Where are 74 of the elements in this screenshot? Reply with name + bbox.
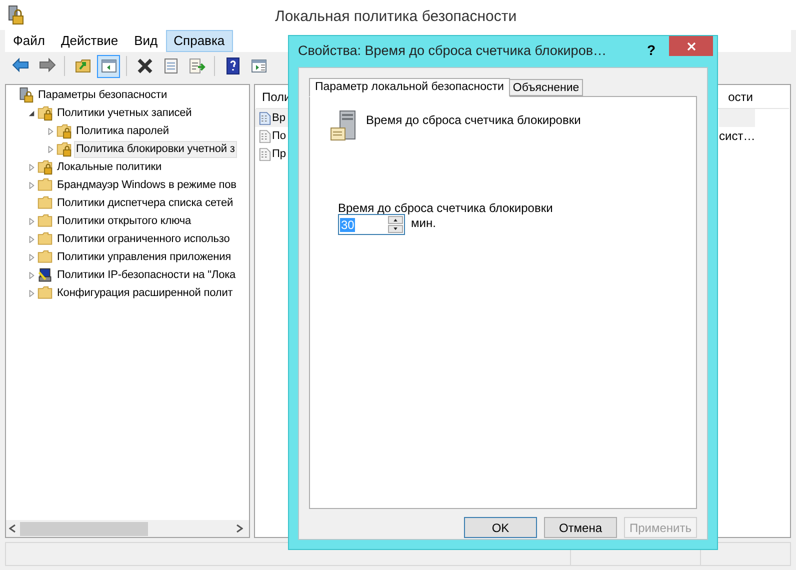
- close-icon: [686, 42, 696, 50]
- tree-item[interactable]: Политики диспетчера списка сетей: [55, 194, 236, 212]
- tree-item[interactable]: Конфигурация расширенной полит: [55, 284, 235, 302]
- folder-icon: [37, 177, 53, 193]
- scroll-right-icon[interactable]: [236, 524, 243, 533]
- expand-icon[interactable]: [28, 218, 35, 224]
- folder-icon: [37, 231, 53, 247]
- locked-folder-icon: [37, 159, 53, 175]
- tree-item[interactable]: Параметры безопасности: [36, 86, 170, 104]
- dialog-button: Применить: [624, 517, 697, 538]
- expand-icon[interactable]: [28, 272, 35, 278]
- menu-item[interactable]: Файл: [5, 30, 53, 52]
- expand-icon[interactable]: [47, 146, 54, 152]
- expand-icon[interactable]: [28, 236, 35, 242]
- window-pane-icon: [100, 57, 118, 75]
- forward-arrow-icon: [38, 57, 56, 75]
- policy-icon: [259, 128, 271, 144]
- tree-item[interactable]: Политики управления приложения: [55, 248, 233, 266]
- expand-icon[interactable]: [28, 254, 35, 260]
- back-arrow-icon: [12, 57, 30, 75]
- scrollbar-thumb[interactable]: [20, 522, 148, 536]
- export-list-icon: [188, 57, 206, 75]
- expand-icon[interactable]: [47, 128, 54, 134]
- dialog-title: Свойства: Время до сброса счетчика блокиров…: [298, 42, 606, 60]
- spin-down-icon[interactable]: [388, 225, 403, 233]
- help-icon: [224, 57, 242, 75]
- tree-item[interactable]: Политики открытого ключа: [55, 212, 194, 230]
- menu-item[interactable]: Действие: [52, 30, 126, 52]
- menu-item[interactable]: Справка: [166, 30, 233, 52]
- tab[interactable]: Параметр локальной безопасности: [309, 78, 510, 97]
- expand-icon[interactable]: [28, 164, 35, 170]
- tree-item[interactable]: Политики IP-безопасности на "Лока: [55, 266, 238, 284]
- tree-item[interactable]: Политика блокировки учетной з: [74, 140, 237, 158]
- folder-arrow-icon: [74, 57, 92, 75]
- locked-folder-icon: [37, 105, 53, 121]
- tree-item[interactable]: Брандмауэр Windows в режиме пов: [55, 176, 238, 194]
- scroll-left-icon[interactable]: [9, 524, 16, 533]
- menu-item[interactable]: Вид: [126, 30, 166, 52]
- collapse-icon[interactable]: [28, 110, 35, 116]
- list-cell[interactable]: По: [272, 128, 286, 144]
- computer-key-icon: [37, 267, 53, 283]
- security-icon: [18, 87, 34, 103]
- locked-folder-icon: [56, 123, 72, 139]
- column-header[interactable]: ости: [728, 88, 753, 106]
- tab[interactable]: Объяснение: [510, 79, 584, 96]
- document-icon: [162, 57, 180, 75]
- tree-item[interactable]: Политика паролей: [74, 122, 171, 140]
- window-pane-icon: [250, 57, 268, 75]
- folder-icon: [37, 213, 53, 229]
- folder-icon: [37, 285, 53, 301]
- tree-item[interactable]: Политики учетных записей: [55, 104, 194, 122]
- locked-folder-icon: [56, 141, 72, 157]
- close-button[interactable]: [669, 36, 713, 56]
- folder-icon: [37, 195, 53, 211]
- window-title: Локальная политика безопасности: [275, 7, 517, 27]
- app-icon: [8, 5, 24, 25]
- dialog-button[interactable]: Отмена: [544, 517, 617, 538]
- field-value: 30: [340, 218, 356, 232]
- list-cell[interactable]: Пр: [272, 146, 286, 162]
- policy-name: Время до сброса счетчика блокировки: [366, 112, 581, 129]
- folder-icon: [37, 249, 53, 265]
- unit-label: мин.: [411, 214, 436, 232]
- help-button[interactable]: ?: [647, 40, 656, 61]
- policy-icon: [259, 110, 271, 126]
- expand-icon[interactable]: [28, 290, 35, 296]
- delete-icon: [136, 57, 154, 75]
- tree-item[interactable]: Локальные политики: [55, 158, 164, 176]
- policy-icon: [259, 146, 271, 162]
- expand-icon[interactable]: [28, 182, 35, 188]
- tree-item[interactable]: Политики ограниченного использо: [55, 230, 232, 248]
- spin-up-icon[interactable]: [388, 216, 403, 224]
- field-label: Время до сброса счетчика блокировки: [338, 200, 553, 217]
- list-cell-text: сист…: [719, 128, 756, 145]
- dialog-button[interactable]: OK: [464, 517, 537, 538]
